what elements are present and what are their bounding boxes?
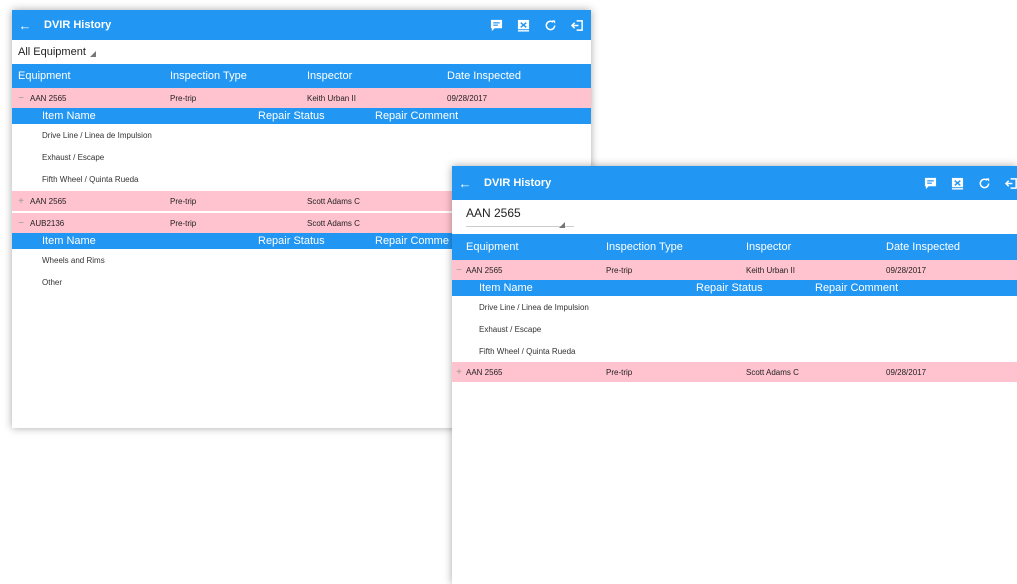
row-equipment: AAN 2565 [466,265,503,275]
dropdown-arrow-icon [89,51,96,57]
back-arrow-icon[interactable]: ← [452,176,478,191]
table-row[interactable]: + AAN 2565 Pre-trip Scott Adams C 09/28/… [452,362,1017,382]
column-inspector: Inspector [307,70,353,82]
row-date: 09/28/2017 [886,367,927,377]
page-title: DVIR History [484,177,552,189]
collapse-icon[interactable]: − [12,218,30,229]
row-date: 09/28/2017 [447,93,488,103]
app-toolbar: ← DVIR History [452,166,1017,200]
column-item-name: Item Name [479,282,533,294]
defect-item[interactable]: Exhaust / Escape [452,318,1017,340]
column-equipment: Equipment [466,241,519,253]
certify-icon[interactable] [510,10,537,40]
toolbar-actions [917,168,1017,198]
defect-table-header: Item Name Repair Status Repair Comment [452,280,1017,296]
defect-item[interactable]: Fifth Wheel / Quinta Rueda [452,340,1017,362]
column-date-inspected: Date Inspected [447,70,521,82]
expand-icon[interactable]: + [12,196,30,207]
dvir-history-screen-filtered: ← DVIR History AAN 2565 Equipment Inspec… [452,166,1017,584]
certify-icon[interactable] [944,168,971,198]
row-equipment: AUB2136 [30,218,65,228]
column-date-inspected: Date Inspected [886,241,960,253]
logout-icon[interactable] [998,168,1017,198]
table-header: Equipment Inspection Type Inspector Date… [12,64,591,88]
table-header: Equipment Inspection Type Inspector Date… [452,234,1017,260]
defect-item[interactable]: Drive Line / Linea de Impulsion [12,124,591,146]
table-row[interactable]: − AAN 2565 Pre-trip Keith Urban II 09/28… [452,260,1017,280]
column-item-name: Item Name [42,235,96,247]
equipment-filter-select[interactable]: AAN 2565 [452,200,1017,234]
column-repair-comment: Repair Comment [375,110,459,122]
column-inspection-type: Inspection Type [606,241,683,253]
row-date: 09/28/2017 [886,265,927,275]
defect-item[interactable]: Drive Line / Linea de Impulsion [452,296,1017,318]
defect-item[interactable]: Exhaust / Escape [12,146,591,168]
row-inspector: Scott Adams C [307,196,360,206]
refresh-icon[interactable] [971,168,998,198]
dropdown-arrow-icon [559,222,565,228]
collapse-icon[interactable]: − [452,265,466,276]
logout-icon[interactable] [564,10,591,40]
back-arrow-icon[interactable]: ← [12,18,38,33]
app-toolbar: ← DVIR History [12,10,591,40]
row-inspection-type: Pre-trip [606,265,633,275]
row-inspection-type: Pre-trip [170,93,197,103]
expand-icon[interactable]: + [452,367,466,378]
column-equipment: Equipment [18,70,71,82]
column-repair-status: Repair Status [696,282,763,294]
row-inspector: Scott Adams C [307,218,360,228]
row-inspection-type: Pre-trip [170,196,197,206]
refresh-icon[interactable] [537,10,564,40]
row-inspection-type: Pre-trip [170,218,197,228]
comment-icon[interactable] [917,168,944,198]
column-repair-comment: Repair Comment [815,282,899,294]
defect-table-header: Item Name Repair Status Repair Comment [12,108,591,124]
row-inspector: Keith Urban II [746,265,795,275]
page-title: DVIR History [44,19,112,31]
toolbar-actions [483,10,591,40]
comment-icon[interactable] [483,10,510,40]
column-item-name: Item Name [42,110,96,122]
table-row[interactable]: − AAN 2565 Pre-trip Keith Urban II 09/28… [12,88,591,108]
column-inspector: Inspector [746,241,792,253]
column-inspection-type: Inspection Type [170,70,247,82]
equipment-filter-value: All Equipment [18,46,86,58]
row-equipment: AAN 2565 [30,93,67,103]
column-repair-comment: Repair Comme [375,235,449,247]
collapse-icon[interactable]: − [12,93,30,104]
equipment-filter-select[interactable]: All Equipment [12,40,591,64]
row-inspector: Keith Urban II [307,93,356,103]
column-repair-status: Repair Status [258,110,325,122]
column-repair-status: Repair Status [258,235,325,247]
equipment-filter-value: AAN 2565 [466,206,521,220]
row-equipment: AAN 2565 [30,196,67,206]
row-equipment: AAN 2565 [466,367,503,377]
row-inspector: Scott Adams C [746,367,799,377]
row-inspection-type: Pre-trip [606,367,633,377]
